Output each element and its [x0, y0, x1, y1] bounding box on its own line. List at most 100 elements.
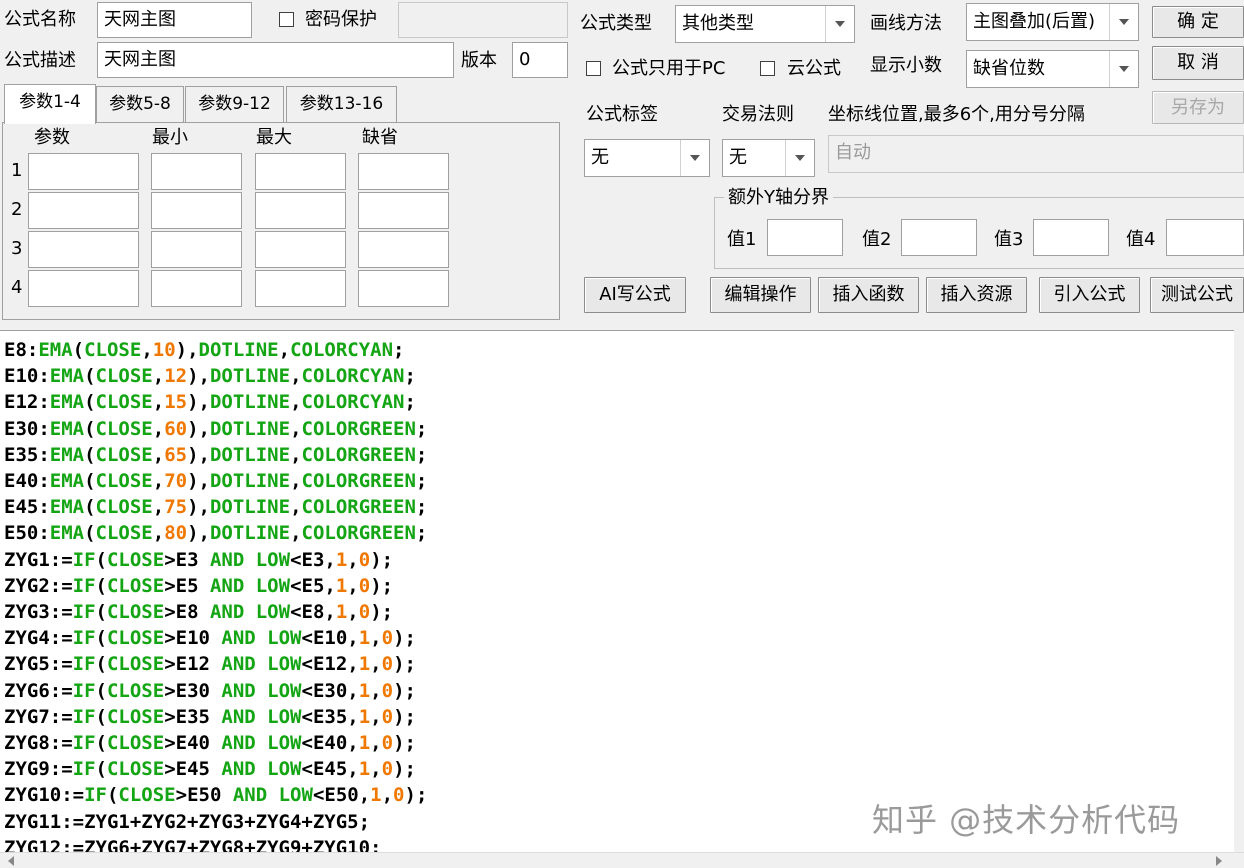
code-token: 60	[164, 417, 188, 440]
draw-method-select[interactable]: 主图叠加(后置)	[966, 3, 1139, 41]
param-max-input[interactable]	[255, 231, 346, 268]
code-token: ZYG3:=	[4, 601, 73, 624]
param-name-input[interactable]	[28, 231, 139, 268]
code-line[interactable]: ZYG4:=IF(CLOSE>E10 AND LOW<E10,1,0);	[4, 625, 1234, 651]
param-max-input[interactable]	[255, 192, 346, 229]
chevron-down-icon[interactable]	[785, 140, 814, 176]
code-editor[interactable]: E8:EMA(CLOSE,10),DOTLINE,COLORCYAN; E10:E…	[0, 330, 1234, 868]
scroll-right-icon[interactable]	[1216, 856, 1222, 866]
test-formula-button[interactable]: 测试公式	[1150, 277, 1244, 313]
code-line[interactable]: ZYG7:=IF(CLOSE>E35 AND LOW<E35,1,0);	[4, 704, 1234, 730]
horizontal-scrollbar[interactable]	[0, 852, 1244, 868]
save-as-button[interactable]: 另存为	[1152, 91, 1244, 124]
code-token: ,	[152, 417, 165, 440]
ok-button[interactable]: 确 定	[1152, 6, 1244, 38]
code-token: ,	[152, 443, 165, 466]
trade-rule-select[interactable]: 无	[722, 139, 815, 177]
formula-name-label: 公式名称	[4, 9, 76, 30]
code-token: COLORGREEN	[301, 496, 416, 519]
import-formula-button[interactable]: 引入公式	[1039, 277, 1140, 313]
code-token: 0	[381, 732, 394, 755]
code-token: DOTLINE	[209, 522, 291, 545]
tab-params-9-12[interactable]: 参数9-12	[185, 86, 284, 122]
code-token: IF	[72, 732, 96, 755]
code-line[interactable]: E8:EMA(CLOSE,10),DOTLINE,COLORCYAN;	[4, 337, 1234, 363]
chevron-down-icon[interactable]	[680, 140, 709, 176]
code-token: ),	[187, 391, 210, 414]
tab-params-5-8[interactable]: 参数5-8	[96, 86, 184, 122]
code-token: LOW	[267, 679, 302, 702]
param-default-input[interactable]	[358, 231, 449, 268]
param-name-input[interactable]	[28, 153, 139, 190]
code-token: CLOSE	[95, 391, 153, 414]
code-token: ),	[187, 522, 210, 545]
axis-position-input[interactable]: 自动	[828, 135, 1244, 173]
code-line[interactable]: E40:EMA(CLOSE,70),DOTLINE,COLORGREEN;	[4, 468, 1234, 494]
insert-resource-button[interactable]: 插入资源	[926, 277, 1027, 313]
ai-write-formula-button[interactable]: AI写公式	[584, 277, 686, 313]
y-value-1-input[interactable]	[767, 219, 843, 256]
version-input[interactable]: 0	[512, 42, 568, 78]
code-line[interactable]: ZYG5:=IF(CLOSE>E12 AND LOW<E12,1,0);	[4, 651, 1234, 677]
param-min-input[interactable]	[151, 192, 242, 229]
code-line[interactable]: ZYG8:=IF(CLOSE>E40 AND LOW<E40,1,0);	[4, 730, 1234, 756]
code-token: <E35,	[301, 705, 359, 728]
code-token: (	[95, 627, 107, 650]
param-default-input[interactable]	[358, 270, 449, 307]
code-token: (	[84, 391, 96, 414]
formula-name-input[interactable]: 天网主图	[97, 2, 252, 38]
edit-operations-button[interactable]: 编辑操作	[710, 277, 811, 313]
pc-only-checkbox[interactable]	[586, 61, 601, 76]
tab-params-13-16[interactable]: 参数13-16	[286, 86, 397, 122]
formula-type-select[interactable]: 其他类型	[675, 5, 855, 43]
cloud-label: 云公式	[787, 58, 841, 79]
chevron-down-icon[interactable]	[825, 6, 854, 42]
param-name-input[interactable]	[28, 192, 139, 229]
code-token: ),	[187, 365, 210, 388]
code-line[interactable]: ZYG9:=IF(CLOSE>E45 AND LOW<E45,1,0);	[4, 756, 1234, 782]
param-min-input[interactable]	[151, 153, 242, 190]
password-checkbox[interactable]	[279, 12, 294, 27]
formula-desc-input[interactable]: 天网主图	[97, 42, 454, 78]
cloud-checkbox[interactable]	[760, 61, 775, 76]
code-line[interactable]: E12:EMA(CLOSE,15),DOTLINE,COLORCYAN;	[4, 389, 1234, 415]
param-min-input[interactable]	[151, 231, 242, 268]
cancel-button[interactable]: 取 消	[1152, 46, 1244, 80]
param-default-input[interactable]	[358, 192, 449, 229]
y-value-3-input[interactable]	[1033, 219, 1109, 256]
code-token: CLOSE	[106, 548, 165, 571]
param-default-input[interactable]	[358, 153, 449, 190]
code-line[interactable]: E50:EMA(CLOSE,80),DOTLINE,COLORGREEN;	[4, 520, 1234, 546]
chevron-down-icon[interactable]	[1109, 51, 1138, 87]
code-line[interactable]: ZYG3:=IF(CLOSE>E8 AND LOW<E8,1,0);	[4, 599, 1234, 625]
password-input[interactable]	[398, 2, 568, 38]
y-value-2-input[interactable]	[901, 219, 977, 256]
code-line[interactable]: E30:EMA(CLOSE,60),DOTLINE,COLORGREEN;	[4, 416, 1234, 442]
code-token: (	[72, 339, 85, 361]
code-line[interactable]: ZYG2:=IF(CLOSE>E5 AND LOW<E5,1,0);	[4, 573, 1234, 599]
param-max-input[interactable]	[255, 153, 346, 190]
code-line[interactable]: E35:EMA(CLOSE,65),DOTLINE,COLORGREEN;	[4, 442, 1234, 468]
formula-tag-select[interactable]: 无	[584, 139, 710, 177]
code-line[interactable]: E10:EMA(CLOSE,12),DOTLINE,COLORCYAN;	[4, 363, 1234, 389]
code-line[interactable]: E45:EMA(CLOSE,75),DOTLINE,COLORGREEN;	[4, 494, 1234, 520]
code-token: <E10,	[301, 627, 359, 650]
code-token: ;	[393, 339, 405, 361]
vertical-scrollbar[interactable]	[1234, 330, 1244, 852]
param-min-input[interactable]	[151, 270, 242, 307]
tab-params-1-4[interactable]: 参数1-4	[4, 84, 96, 124]
formula-tag-value: 无	[591, 147, 609, 168]
insert-function-button[interactable]: 插入函数	[818, 277, 919, 313]
scroll-left-icon[interactable]	[8, 856, 14, 866]
code-content[interactable]: E8:EMA(CLOSE,10),DOTLINE,COLORCYAN; E10:E…	[0, 331, 1234, 861]
code-line[interactable]: ZYG6:=IF(CLOSE>E30 AND LOW<E30,1,0);	[4, 678, 1234, 704]
param-name-input[interactable]	[28, 270, 139, 307]
code-line[interactable]: ZYG1:=IF(CLOSE>E3 AND LOW<E3,1,0);	[4, 547, 1234, 573]
code-token: ,	[370, 758, 382, 781]
decimals-select[interactable]: 缺省位数	[966, 50, 1139, 88]
param-max-input[interactable]	[255, 270, 346, 307]
chevron-down-icon[interactable]	[1109, 4, 1138, 40]
y-value-4-input[interactable]	[1166, 219, 1244, 256]
